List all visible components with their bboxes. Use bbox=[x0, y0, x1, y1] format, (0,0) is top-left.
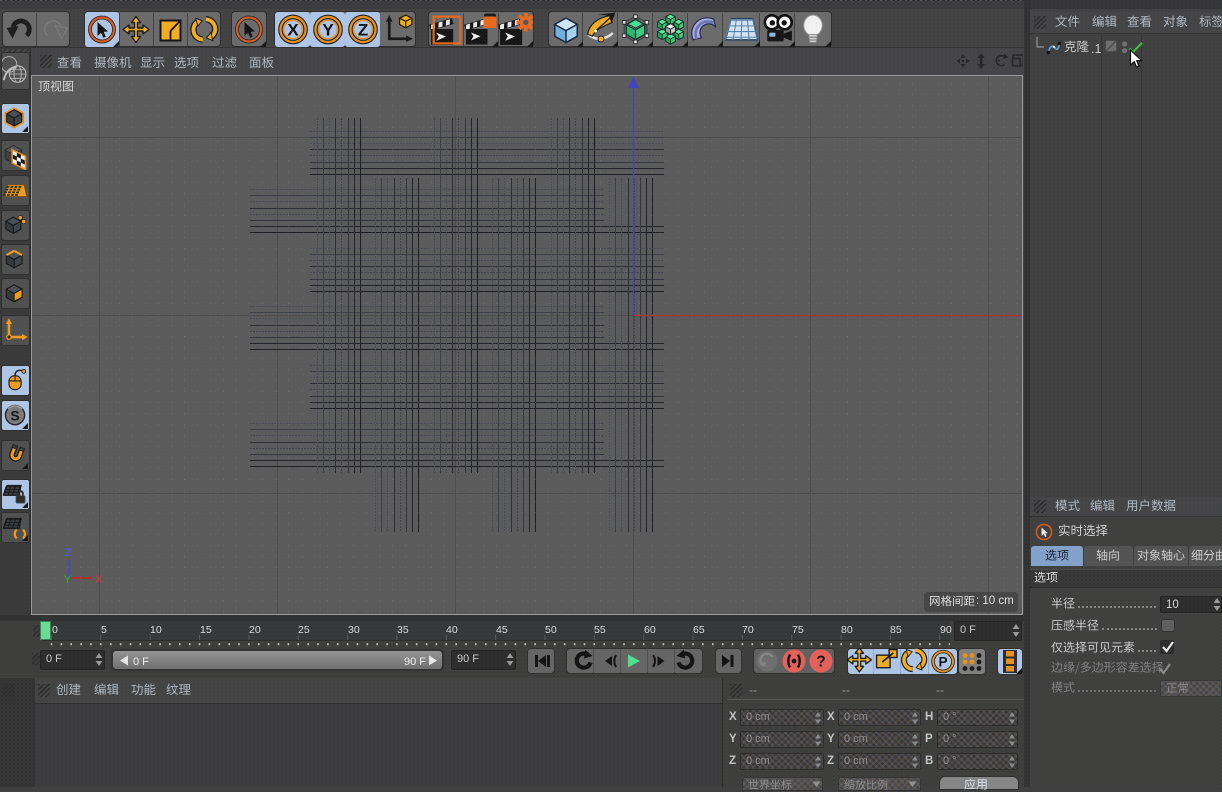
svg-text:?: ? bbox=[816, 654, 825, 671]
svg-text:S: S bbox=[10, 407, 19, 423]
svg-text:Y: Y bbox=[322, 21, 334, 40]
svg-text:X: X bbox=[287, 21, 299, 40]
svg-text:Z: Z bbox=[358, 21, 368, 40]
svg-text:P: P bbox=[938, 655, 947, 670]
